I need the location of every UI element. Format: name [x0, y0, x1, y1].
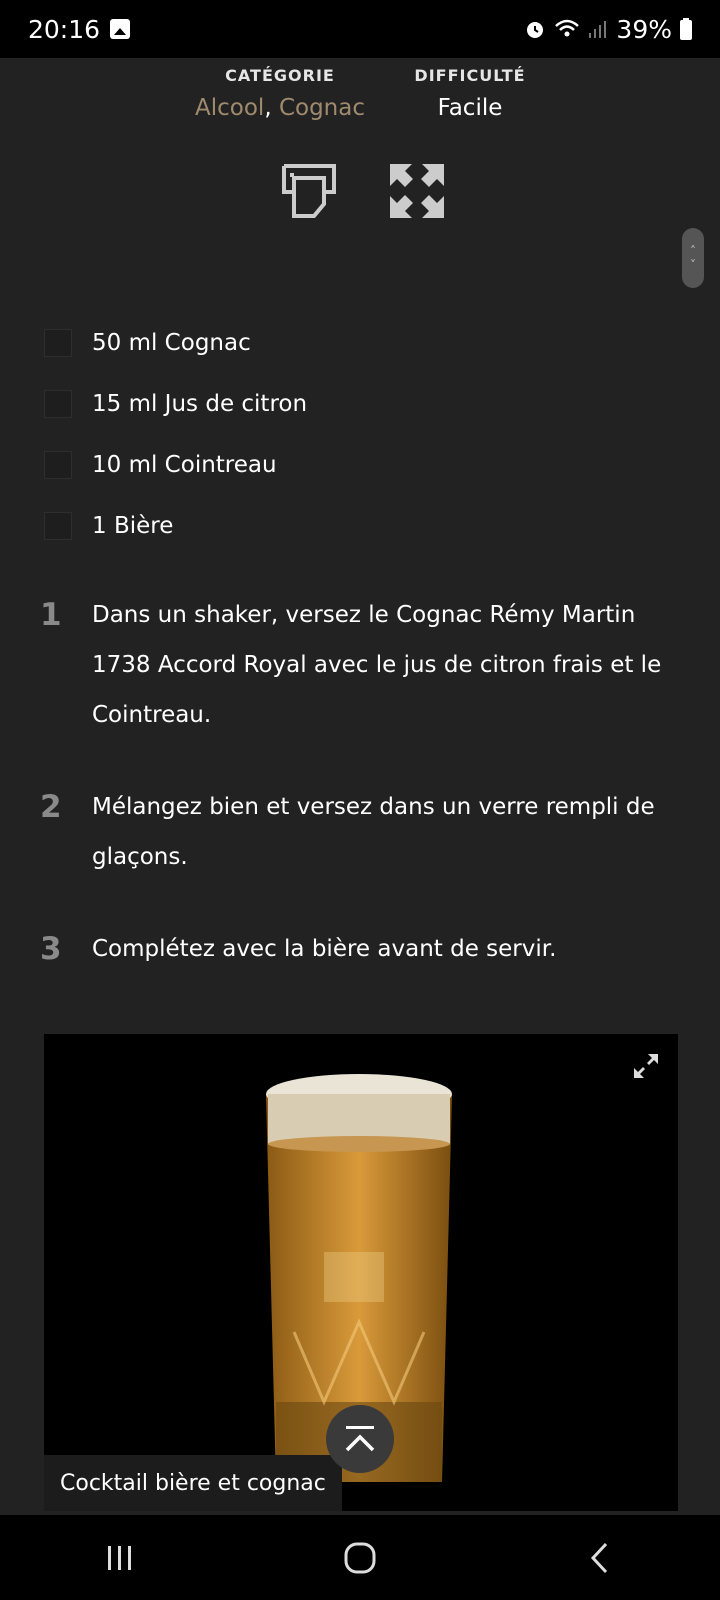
ingredient-label: 15 ml Jus de citron	[92, 390, 308, 417]
arrow-up-to-top-icon	[345, 1426, 375, 1452]
photo-caption: Cocktail bière et cognac	[44, 1455, 342, 1511]
instruction-steps: 1 Dans un shaker, versez le Cognac Rémy …	[40, 590, 680, 974]
fullscreen-icon[interactable]	[388, 162, 446, 220]
step-number: 1	[40, 597, 62, 633]
system-nav-bar	[0, 1515, 720, 1600]
back-button[interactable]	[570, 1528, 630, 1588]
step-text: Dans un shaker, versez le Cognac Rémy Ma…	[92, 602, 662, 728]
ingredient-item[interactable]: 10 ml Cointreau	[44, 434, 684, 495]
recipe-meta: CATÉGORIE Alcool, Cognac DIFFICULTÉ Faci…	[0, 66, 720, 136]
alarm-icon	[527, 22, 544, 38]
difficulty-block: DIFFICULTÉ Facile	[380, 66, 560, 121]
ingredient-checkbox[interactable]	[44, 389, 72, 418]
status-bar: 20:16 39%	[0, 0, 720, 58]
category-link-cognac[interactable]: Cognac	[279, 95, 365, 121]
status-time: 20:16	[28, 14, 101, 44]
step-text: Complétez avec la bière avant de servir.	[92, 936, 557, 962]
ingredient-checkbox[interactable]	[44, 450, 72, 479]
ingredient-label: 50 ml Cognac	[92, 329, 251, 356]
recipe-actions	[280, 162, 446, 220]
recent-apps-icon	[108, 1545, 131, 1570]
difficulty-label: DIFFICULTÉ	[414, 66, 526, 85]
ingredient-item[interactable]: 50 ml Cognac	[44, 312, 684, 373]
ingredient-list: 50 ml Cognac 15 ml Jus de citron 10 ml C…	[44, 312, 684, 556]
signal-icon	[589, 21, 607, 38]
wifi-icon	[555, 19, 580, 37]
recent-apps-button[interactable]	[90, 1528, 150, 1588]
back-to-top-button[interactable]	[326, 1405, 394, 1473]
step-number: 3	[40, 931, 62, 967]
ingredient-checkbox[interactable]	[44, 328, 72, 357]
difficulty-value: Facile	[437, 95, 503, 121]
category-link-alcool[interactable]: Alcool	[195, 95, 264, 121]
ingredient-label: 10 ml Cointreau	[92, 451, 277, 478]
ingredient-label: 1 Bière	[92, 512, 174, 539]
gallery-icon	[110, 19, 131, 39]
category-block: CATÉGORIE Alcool, Cognac	[180, 66, 380, 121]
scroll-handle[interactable]: ˄ ˅	[682, 228, 704, 288]
step-item: 2 Mélangez bien et versez dans un verre …	[40, 782, 680, 882]
home-icon	[344, 1542, 376, 1573]
step-item: 3 Complétez avec la bière avant de servi…	[40, 924, 680, 974]
battery-percentage: 39%	[616, 14, 672, 44]
category-label: CATÉGORIE	[225, 66, 335, 85]
home-button[interactable]	[330, 1528, 390, 1588]
ingredient-item[interactable]: 15 ml Jus de citron	[44, 373, 684, 434]
step-number: 2	[40, 789, 62, 825]
category-separator: ,	[264, 95, 279, 121]
print-icon[interactable]	[280, 162, 338, 220]
ingredient-checkbox[interactable]	[44, 511, 72, 540]
step-text: Mélangez bien et versez dans un verre re…	[92, 794, 655, 870]
battery-icon	[680, 18, 692, 40]
back-arrow-icon	[590, 1542, 608, 1573]
step-item: 1 Dans un shaker, versez le Cognac Rémy …	[40, 590, 680, 740]
expand-icon[interactable]	[632, 1052, 660, 1080]
chevron-up-icon: ˄	[690, 244, 696, 258]
chevron-down-icon: ˅	[690, 258, 696, 272]
ingredient-item[interactable]: 1 Bière	[44, 495, 684, 556]
